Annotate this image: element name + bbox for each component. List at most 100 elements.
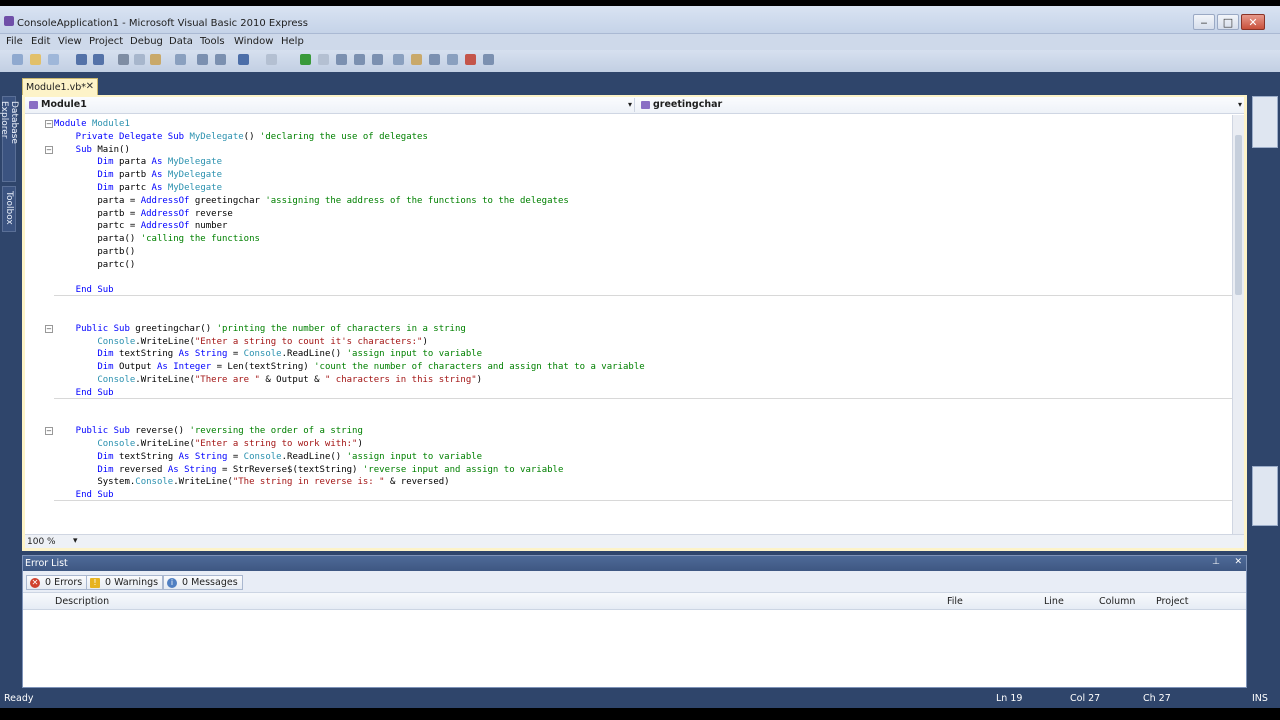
menu-file[interactable]: File xyxy=(6,36,23,47)
zoom-dropdown-icon[interactable]: ▾ xyxy=(73,536,78,546)
save-all-icon[interactable] xyxy=(93,54,104,65)
code-line[interactable]: Dim Output As Integer = Len(textString) … xyxy=(54,361,644,373)
menu-view[interactable]: View xyxy=(58,36,82,47)
code-line[interactable]: Public Sub greetingchar() 'printing the … xyxy=(54,323,466,335)
object-browser-icon[interactable] xyxy=(429,54,440,65)
copy-icon[interactable] xyxy=(134,54,145,65)
code-line[interactable]: Console.WriteLine("There are " & Output … xyxy=(54,374,482,386)
menu-help[interactable]: Help xyxy=(281,36,304,47)
code-line[interactable]: partb() xyxy=(54,246,135,258)
close-tab-icon[interactable]: ✕ xyxy=(86,81,94,92)
start-debugging-icon[interactable] xyxy=(300,54,311,65)
document-tab-module1[interactable]: Module1.vb* ✕ xyxy=(22,78,98,95)
redo-icon[interactable] xyxy=(266,54,277,65)
solution-explorer-pane[interactable] xyxy=(1252,96,1278,148)
menu-project[interactable]: Project xyxy=(89,36,123,47)
open-file-icon[interactable] xyxy=(30,54,41,65)
stop-icon[interactable] xyxy=(318,54,329,65)
collapse-region-icon[interactable]: − xyxy=(45,145,53,154)
member-dropdown[interactable]: greetingchar ▾ xyxy=(637,98,1244,112)
comment-icon[interactable] xyxy=(197,54,208,65)
code-line[interactable]: Dim partc As MyDelegate xyxy=(54,182,222,194)
column-column[interactable]: Column xyxy=(1099,596,1135,607)
new-project-icon[interactable] xyxy=(12,54,23,65)
cut-icon[interactable] xyxy=(118,54,129,65)
code-line[interactable]: Dim partb As MyDelegate xyxy=(54,169,222,181)
code-editor[interactable]: Module1 ▾ greetingchar ▾ Module Module1 … xyxy=(22,95,1247,551)
toolbox-icon[interactable] xyxy=(447,54,458,65)
code-token: .WriteLine( xyxy=(173,477,233,488)
procedure-separator xyxy=(54,295,1235,297)
errors-filter-button[interactable]: ✕ 0 Errors xyxy=(26,575,88,590)
toolbox-tab[interactable]: Toolbox xyxy=(2,186,16,232)
code-line[interactable]: Sub Main() xyxy=(54,144,130,156)
scrollbar-thumb[interactable] xyxy=(1235,135,1242,295)
close-panel-icon[interactable]: ✕ xyxy=(1234,557,1242,567)
extension-icon[interactable] xyxy=(483,54,494,65)
uncomment-icon[interactable] xyxy=(215,54,226,65)
pin-icon[interactable]: ⊥ xyxy=(1212,557,1220,567)
column-file[interactable]: File xyxy=(947,596,963,607)
collapse-region-icon[interactable]: − xyxy=(45,427,53,436)
code-token: Dim xyxy=(54,362,120,373)
collapse-region-icon[interactable]: − xyxy=(45,324,53,333)
vertical-scrollbar[interactable] xyxy=(1232,115,1244,535)
code-token: .WriteLine( xyxy=(135,375,195,385)
undo-icon[interactable] xyxy=(238,54,249,65)
column-project[interactable]: Project xyxy=(1156,596,1189,607)
code-line[interactable]: Public Sub reverse() 'reversing the orde… xyxy=(54,425,363,437)
code-line[interactable]: Dim parta As MyDelegate xyxy=(54,156,222,168)
code-token: "The string in reverse is: " xyxy=(232,477,385,488)
menu-tools[interactable]: Tools xyxy=(200,36,225,47)
solution-explorer-icon[interactable] xyxy=(393,54,404,65)
maximize-button[interactable]: □ xyxy=(1217,14,1239,30)
code-line[interactable]: Dim textString As String = Console.ReadL… xyxy=(54,348,482,360)
code-line[interactable]: partc() xyxy=(54,259,135,271)
properties-pane[interactable] xyxy=(1252,466,1278,526)
code-line[interactable]: Console.WriteLine("Enter a string to wor… xyxy=(54,438,363,450)
code-area[interactable]: Module Module1 Private Delegate Sub MyDe… xyxy=(25,115,1235,535)
zoom-level[interactable]: 100 % xyxy=(27,537,56,547)
code-line[interactable]: Dim reversed As String = StrReverse$(tex… xyxy=(54,464,563,476)
column-line[interactable]: Line xyxy=(1044,596,1064,607)
code-line[interactable]: Dim textString As String = Console.ReadL… xyxy=(54,451,482,463)
paste-icon[interactable] xyxy=(150,54,161,65)
code-token: 'reverse input and assign to variable xyxy=(362,464,564,475)
close-button[interactable]: ✕ xyxy=(1241,14,1265,30)
code-line[interactable]: partb = AddressOf reverse xyxy=(54,208,232,220)
menu-edit[interactable]: Edit xyxy=(31,36,50,47)
class-dropdown[interactable]: Module1 ▾ xyxy=(25,98,635,112)
menu-data[interactable]: Data xyxy=(169,36,193,47)
menu-debug[interactable]: Debug xyxy=(130,36,163,47)
code-token: Console xyxy=(54,336,136,347)
window-title: ConsoleApplication1 - Microsoft Visual B… xyxy=(17,18,308,29)
properties-icon[interactable] xyxy=(411,54,422,65)
chevron-down-icon: ▾ xyxy=(1237,100,1242,109)
step-out-icon[interactable] xyxy=(372,54,383,65)
save-icon[interactable] xyxy=(76,54,87,65)
step-over-icon[interactable] xyxy=(354,54,365,65)
minimize-button[interactable]: ‒ xyxy=(1193,14,1215,30)
code-line[interactable]: System.Console.WriteLine("The string in … xyxy=(54,476,449,488)
code-line[interactable]: parta = AddressOf greetingchar 'assignin… xyxy=(54,195,568,207)
collapse-region-icon[interactable]: − xyxy=(45,120,53,128)
start-page-icon[interactable] xyxy=(465,54,476,65)
step-into-icon[interactable] xyxy=(336,54,347,65)
code-token: reverse() xyxy=(135,426,190,437)
find-icon[interactable] xyxy=(175,54,186,65)
warnings-filter-button[interactable]: ! 0 Warnings xyxy=(86,575,164,590)
code-line[interactable]: partc = AddressOf number xyxy=(54,220,227,232)
code-token: parta xyxy=(119,157,152,168)
messages-filter-button[interactable]: i 0 Messages xyxy=(163,575,243,590)
code-line[interactable]: parta() 'calling the functions xyxy=(54,233,260,245)
database-explorer-tab[interactable]: Database Explorer xyxy=(0,96,19,182)
code-line[interactable]: Module Module1 xyxy=(54,118,130,130)
code-token: & Output & xyxy=(259,375,325,385)
status-column: Col 27 xyxy=(1070,693,1101,704)
code-token: Console xyxy=(54,439,136,449)
menu-window[interactable]: Window xyxy=(234,36,273,47)
code-line[interactable]: Private Delegate Sub MyDelegate() 'decla… xyxy=(54,131,428,143)
column-description[interactable]: Description xyxy=(55,596,109,607)
code-line[interactable]: Console.WriteLine("Enter a string to cou… xyxy=(54,336,428,348)
add-item-icon[interactable] xyxy=(48,54,59,65)
